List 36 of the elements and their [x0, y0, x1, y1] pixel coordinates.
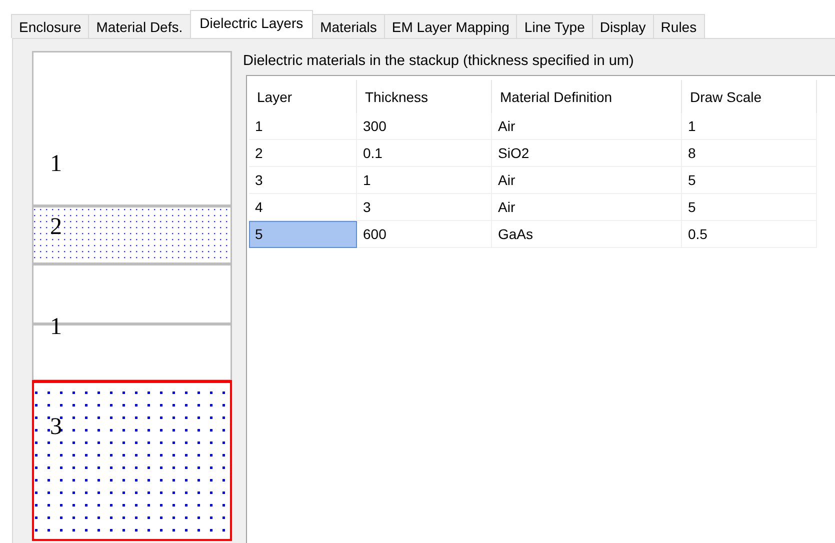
- table-caption: Dielectric materials in the stackup (thickness specified in um): [243, 53, 635, 71]
- layer-label: 1: [50, 314, 62, 340]
- table-cell[interactable]: SiO2: [492, 140, 682, 167]
- table-cell[interactable]: 0.1: [357, 140, 492, 167]
- table-cell[interactable]: 5: [682, 167, 817, 194]
- table-cell[interactable]: Air: [492, 194, 682, 221]
- layer-label: 2: [50, 214, 62, 240]
- table-cell[interactable]: 2: [249, 140, 357, 167]
- layer-label: 3: [50, 414, 62, 440]
- table-cell[interactable]: 5: [249, 221, 357, 248]
- column-header[interactable]: Material Definition: [492, 80, 682, 113]
- column-header[interactable]: Layer: [249, 80, 357, 113]
- table-cell[interactable]: Air: [492, 113, 682, 140]
- tab[interactable]: Enclosure: [11, 14, 90, 38]
- table-cell[interactable]: 0.5: [682, 221, 817, 248]
- table-cell[interactable]: 300: [357, 113, 492, 140]
- table-cell[interactable]: 8: [682, 140, 817, 167]
- tab[interactable]: Rules: [652, 14, 705, 38]
- tab[interactable]: Material Defs.: [88, 14, 191, 38]
- table-cell[interactable]: 1: [682, 113, 817, 140]
- tab[interactable]: Line Type: [516, 14, 593, 38]
- table-cell[interactable]: 600: [357, 221, 492, 248]
- table-cell[interactable]: 3: [249, 167, 357, 194]
- layer-label: 1: [50, 151, 62, 177]
- column-header[interactable]: Draw Scale: [682, 80, 817, 113]
- layer-band[interactable]: [32, 206, 232, 264]
- tab[interactable]: Materials: [312, 14, 385, 38]
- table-cell[interactable]: 5: [682, 194, 817, 221]
- tab[interactable]: EM Layer Mapping: [384, 14, 518, 38]
- tab[interactable]: Display: [592, 14, 654, 38]
- table-cell[interactable]: 1: [357, 167, 492, 194]
- table-cell[interactable]: 1: [249, 113, 357, 140]
- table-cell[interactable]: 3: [357, 194, 492, 221]
- column-header[interactable]: Thickness: [357, 80, 492, 113]
- table-cell[interactable]: Air: [492, 167, 682, 194]
- table-cell[interactable]: GaAs: [492, 221, 682, 248]
